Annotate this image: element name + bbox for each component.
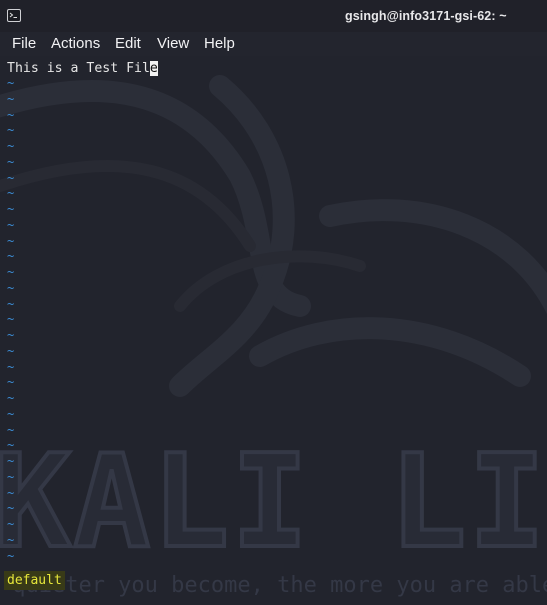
empty-line-tilde: ~ [7,139,15,153]
empty-line-tilde: ~ [7,217,15,232]
empty-line-tilde: ~ [7,438,15,453]
empty-line-tilde: ~ [7,91,15,106]
empty-line-tilde: ~ [7,548,15,563]
empty-line-tilde: ~ [7,391,15,405]
window-title: gsingh@info3171-gsi-62: ~ [345,9,507,23]
terminal-area[interactable]: KALI LINUX "the quieter you become, the … [0,56,547,605]
kali-tagline: "the quieter you become, the more you ar… [0,573,547,598]
empty-line-tilde: ~ [7,186,15,201]
kali-background-art: KALI LINUX "the quieter you become, the … [0,75,547,598]
empty-line-tilde: ~ [7,517,15,531]
empty-line-markers: ~ ~ ~ ~ ~ ~ ~ ~ ~ ~ ~ ~ ~ ~ ~ ~ ~ ~ ~ ~ ~ ~ ~ ~ ~ ~ ~ ~ ~ ~ ~ [7,76,14,564]
title-bar[interactable]: gsingh@info3171-gsi-62: ~ [0,0,547,32]
menu-edit[interactable]: Edit [115,35,141,52]
empty-line-tilde: ~ [7,170,15,185]
terminal-window: gsingh@info3171-gsi-62: ~ File Actions E… [0,0,547,605]
text-cursor: e [149,61,158,76]
menu-file[interactable]: File [12,35,36,52]
line-text-before-cursor: This is a Test Fil [7,61,150,76]
file-content-line: This is a Test File [7,61,158,76]
empty-line-tilde: ~ [7,469,15,484]
empty-line-tilde: ~ [7,532,15,547]
menu-bar: File Actions Edit View Help [0,32,547,56]
empty-line-tilde: ~ [7,501,15,516]
empty-line-tilde: ~ [7,485,15,500]
menu-actions[interactable]: Actions [51,35,100,52]
empty-line-tilde: ~ [7,422,15,437]
menu-help[interactable]: Help [204,35,235,52]
kali-watermark: KALI LINUX [0,428,547,577]
status-mode-indicator: default [4,571,65,590]
empty-line-tilde: ~ [7,406,15,421]
empty-line-tilde: ~ [7,249,15,264]
empty-line-tilde: ~ [7,76,15,90]
empty-line-tilde: ~ [7,280,15,295]
empty-line-tilde: ~ [7,343,15,358]
empty-line-tilde: ~ [7,375,15,390]
menu-view[interactable]: View [157,35,189,52]
empty-line-tilde: ~ [7,312,15,327]
empty-line-tilde: ~ [7,233,15,248]
empty-line-tilde: ~ [7,296,15,311]
empty-line-tilde: ~ [7,359,15,374]
empty-line-tilde: ~ [7,328,15,342]
empty-line-tilde: ~ [7,107,15,122]
empty-line-tilde: ~ [7,265,15,279]
empty-line-tilde: ~ [7,154,15,169]
empty-line-tilde: ~ [7,202,15,216]
terminal-icon[interactable] [7,9,21,22]
empty-line-tilde: ~ [7,454,15,468]
empty-line-tilde: ~ [7,123,15,138]
